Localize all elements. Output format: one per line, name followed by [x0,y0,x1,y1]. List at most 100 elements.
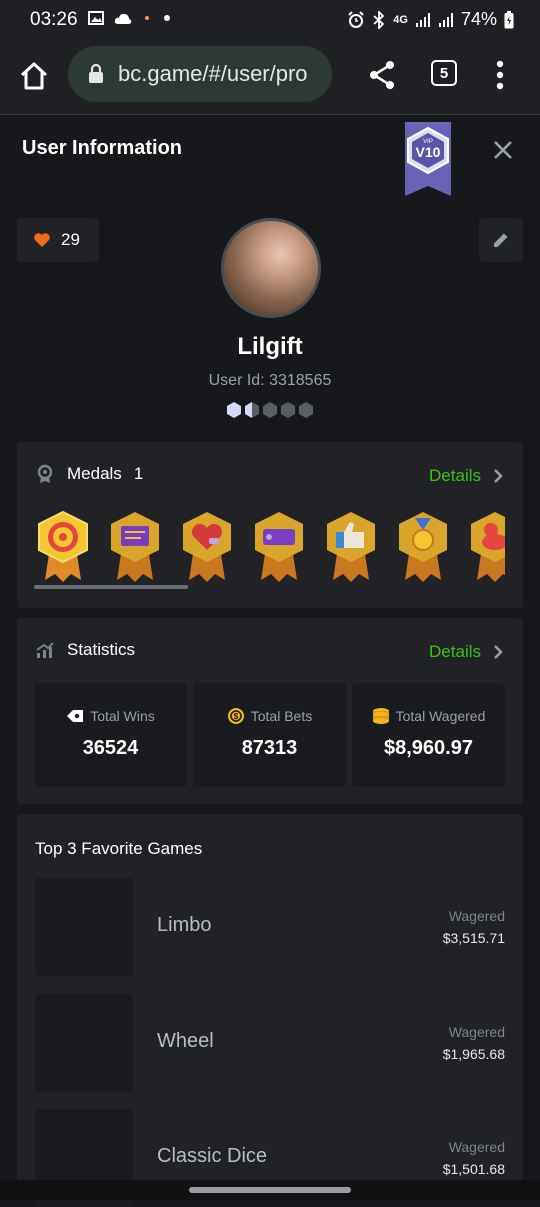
status-right-icons: 4G 74% [347,9,514,30]
game-wagered-label: Wagered [448,1024,505,1040]
share-icon[interactable] [368,60,396,90]
tab-switcher-button[interactable]: 5 [431,60,457,86]
game-name[interactable]: Limbo [157,914,211,937]
medals-details-label: Details [429,466,481,485]
first-place-medal-icon[interactable] [395,510,451,582]
stat-label-row: Total Wins [34,707,187,725]
close-icon[interactable] [492,139,514,161]
medals-card: Medals 1 Details [17,442,523,608]
signal-icon-2 [438,12,453,27]
medals-scrollbar[interactable] [34,585,188,589]
stat-value: 36524 [82,737,139,759]
medals-label: Medals [67,464,122,483]
stat-total-wins: Total Wins 36524 [34,683,187,787]
battery-percent: 74% [460,9,497,29]
stat-label: Total Wagered [395,708,486,724]
medals-count: 1 [133,464,144,483]
coin-icon: $ [227,708,244,724]
bar-chart-icon [36,642,54,658]
alarm-icon [348,10,364,28]
stat-total-wagered: Total Wagered $8,960.97 [352,683,505,787]
statistics-label: Statistics [67,640,136,659]
game-thumbnail[interactable] [35,994,133,1092]
status-notification-icons [88,11,172,25]
like-count: 29 [61,230,80,249]
pencil-icon [494,233,508,247]
vip-level: V10 [416,144,441,160]
game-row[interactable]: Limbo Wagered $3,515.71 [35,878,505,976]
home-icon[interactable] [18,60,50,92]
address-bar[interactable]: bc.game/#/user/pro [68,46,332,102]
vip-badge-icon[interactable]: VIP V10 [401,122,455,196]
duck-medal-icon[interactable] [467,510,505,582]
signal-icon [415,12,430,27]
chat-medal-icon[interactable] [107,510,163,582]
favorite-games-title: Top 3 Favorite Games [35,839,203,858]
user-information-panel: User Information VIP V10 29 Lilgift User… [0,115,540,1207]
edit-profile-button[interactable] [479,218,523,262]
game-name[interactable]: Wheel [157,1030,214,1053]
browser-toolbar: bc.game/#/user/pro 5 [0,40,540,115]
avatar [221,218,321,318]
more-notifications-dot-icon [164,15,170,21]
wallet-medal-icon[interactable] [251,510,307,582]
panel-title: User Information [22,137,183,159]
progress-hex-empty-icon [263,402,277,418]
stat-value: $8,960.97 [384,737,473,759]
favorite-games-card: Top 3 Favorite Games Limbo Wagered $3,51… [17,814,523,1207]
svg-text:$: $ [234,712,239,721]
progress-hex-filled-icon [227,402,241,418]
steering-wheel-medal-icon[interactable] [35,510,91,582]
tab-count: 5 [439,64,449,82]
game-thumbnail[interactable] [35,878,133,976]
progress-hex-half-icon [245,402,259,418]
heart-medal-icon[interactable] [179,510,235,582]
stat-label-row: $ Total Bets [193,707,346,725]
progress-hex-empty-icon [281,402,295,418]
coin-stack-icon [372,708,389,724]
medal-icon [37,464,53,483]
game-row[interactable]: Wheel Wagered $1,965.68 [35,994,505,1092]
overflow-menu-icon[interactable] [496,60,504,90]
medals-list[interactable] [35,510,505,582]
chevron-right-icon [494,469,503,483]
stat-label-row: Total Wagered [352,707,505,725]
medals-header: Medals 1 [35,464,143,484]
statistics-card: Statistics Details Total Wins 36524 $ To… [17,618,523,804]
lock-icon [89,64,103,83]
game-wagered-label: Wagered [448,1139,505,1155]
stat-label: Total Wins [90,708,155,724]
medals-details-link[interactable]: Details [429,466,503,486]
ticket-icon [67,710,84,722]
progress-hex-empty-icon [299,402,313,418]
stat-value: 87313 [241,737,298,759]
like-button[interactable]: 29 [17,218,99,262]
thumbs-up-medal-icon[interactable] [323,510,379,582]
status-time: 03:26 [30,9,78,30]
heart-icon [34,233,50,247]
chevron-right-icon [494,645,503,659]
home-gesture-handle[interactable] [189,1187,351,1193]
game-wagered-label: Wagered [448,908,505,924]
url-text[interactable]: bc.game/#/user/pro [118,61,328,87]
game-wagered-value: $3,515.71 [442,930,505,946]
statistics-details-label: Details [429,642,481,661]
stat-label: Total Bets [250,708,313,724]
bluetooth-icon [373,10,385,29]
status-bar: 03:26 4G 74% [0,0,540,40]
stat-total-bets: $ Total Bets 87313 [193,683,346,787]
statistics-header: Statistics [35,640,135,660]
level-progress [226,401,314,419]
user-id: User Id: 3318565 [208,372,332,389]
cloud-icon [114,13,132,24]
image-icon [88,11,104,25]
battery-icon [504,10,514,28]
statistics-details-link[interactable]: Details [429,642,503,662]
network-type: 4G [393,13,408,26]
navigation-bar [0,1180,540,1200]
username: Lilgift [237,333,303,360]
game-wagered-value: $1,501.68 [442,1161,505,1177]
game-name[interactable]: Classic Dice [157,1145,267,1168]
game-wagered-value: $1,965.68 [442,1046,505,1062]
app-notification-icon [145,16,149,20]
